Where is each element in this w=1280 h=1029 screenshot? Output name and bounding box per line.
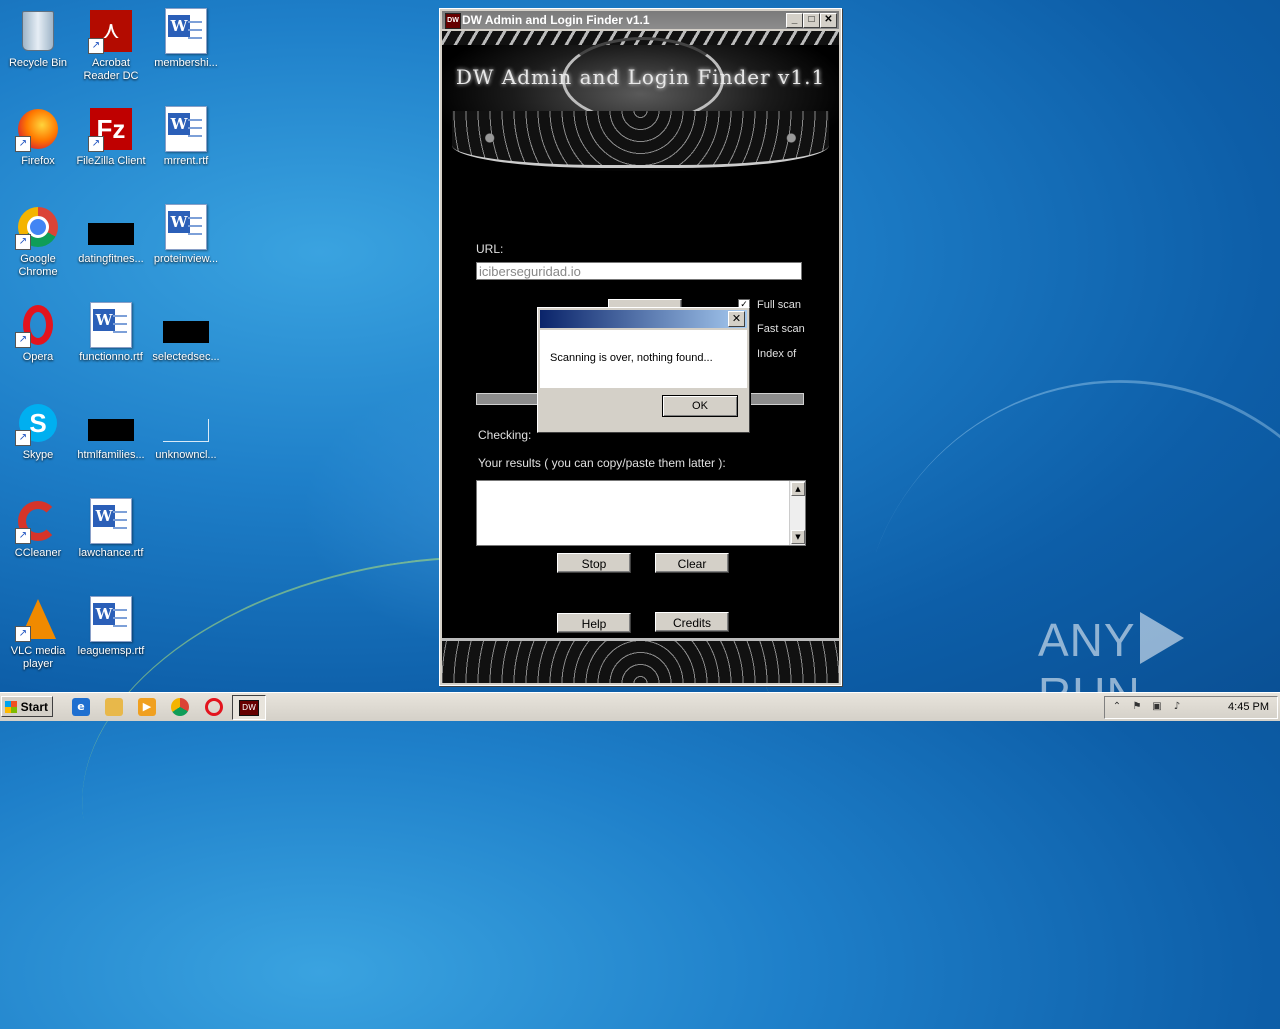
- word-document-icon: W: [163, 204, 209, 250]
- shortcut-arrow-icon: ↗: [15, 136, 31, 152]
- chrome-taskbar-icon[interactable]: [171, 698, 189, 716]
- desktop-icon-htmlfamilies[interactable]: htmlfamilies...: [73, 400, 149, 462]
- desktop-icon-leaguemsp[interactable]: W leaguemsp.rtf: [73, 596, 149, 658]
- desktop-icon-firefox[interactable]: ↗ Firefox: [0, 106, 76, 168]
- scroll-up-arrow-icon[interactable]: ▲: [791, 482, 805, 496]
- black-file-thumbnail-icon: [88, 204, 134, 250]
- media-player-icon[interactable]: ▶: [138, 698, 156, 716]
- url-label: URL:: [476, 242, 504, 256]
- full-scan-label: Full scan: [757, 299, 802, 311]
- message-dialog: ✕ Scanning is over, nothing found... OK: [537, 307, 750, 433]
- desktop-icon-ccleaner[interactable]: ↗ CCleaner: [0, 498, 76, 560]
- app-title: DW Admin and Login Finder v1.1: [455, 65, 826, 89]
- word-document-icon: W: [88, 498, 134, 544]
- shortcut-arrow-icon: ↗: [15, 626, 31, 642]
- desktop-icon-lawchance[interactable]: W lawchance.rtf: [73, 498, 149, 560]
- shortcut-arrow-icon: ↗: [15, 430, 31, 446]
- show-hidden-icons-icon[interactable]: ⌃: [1111, 701, 1123, 713]
- desktop-icon-vlc[interactable]: ↗ VLC media player: [0, 596, 76, 671]
- shortcut-arrow-icon: ↗: [88, 136, 104, 152]
- watermark-left-text: ANY: [1038, 614, 1136, 666]
- play-icon: [1139, 612, 1184, 664]
- desktop-icon-proteinview[interactable]: W proteinview...: [148, 204, 224, 266]
- word-document-icon: W: [163, 106, 209, 152]
- close-button[interactable]: ✕: [820, 13, 837, 28]
- maximize-button[interactable]: □: [803, 13, 820, 28]
- firefox-icon: ↗: [15, 106, 61, 152]
- skype-icon: S ↗: [15, 400, 61, 446]
- filigree-ornament: [452, 111, 829, 168]
- dialog-titlebar[interactable]: ✕: [540, 310, 747, 328]
- clear-button[interactable]: Clear: [655, 553, 729, 573]
- desktop-icon-unknowncl[interactable]: unknowncl...: [148, 400, 224, 462]
- dialog-close-button[interactable]: ✕: [728, 311, 745, 327]
- desktop-icon-membershi[interactable]: W membershi...: [148, 8, 224, 70]
- dialog-message: Scanning is over, nothing found...: [550, 352, 713, 364]
- system-tray: ⌃ ⚑ ▣ ♪ 4:45 PM: [1104, 696, 1278, 719]
- desktop-icon-functionno[interactable]: W functionno.rtf: [73, 302, 149, 364]
- desktop-icon-datingfitnes[interactable]: datingfitnes...: [73, 204, 149, 266]
- acrobat-icon: ⋏ ↗: [88, 8, 134, 54]
- word-document-icon: W: [88, 302, 134, 348]
- help-button[interactable]: Help: [557, 613, 631, 633]
- scroll-down-arrow-icon[interactable]: ▼: [791, 530, 805, 544]
- blank-file-thumbnail-icon: [163, 400, 209, 446]
- black-file-thumbnail-icon: [88, 400, 134, 446]
- internet-explorer-icon[interactable]: e: [72, 698, 90, 716]
- results-textarea[interactable]: ▲ ▼: [476, 480, 806, 546]
- ccleaner-icon: ↗: [15, 498, 61, 544]
- desktop-icon-skype[interactable]: S ↗ Skype: [0, 400, 76, 462]
- taskbar: Start e ▶ DW ⌃ ⚑ ▣ ♪ 4:45 PM: [0, 692, 1280, 721]
- app-icon: DW: [445, 13, 461, 29]
- taskbar-app-dw[interactable]: DW: [232, 695, 266, 720]
- vlc-cone-icon: ↗: [15, 596, 61, 642]
- network-icon[interactable]: ▣: [1151, 701, 1163, 713]
- opera-taskbar-icon[interactable]: [205, 698, 223, 716]
- shortcut-arrow-icon: ↗: [15, 528, 31, 544]
- stop-button[interactable]: Stop: [557, 553, 631, 573]
- minimize-button[interactable]: _: [786, 13, 803, 28]
- fast-scan-label: Fast scan: [757, 323, 805, 335]
- dialog-body: Scanning is over, nothing found...: [540, 330, 747, 388]
- word-document-icon: W: [163, 8, 209, 54]
- index-of-label: Index of: [757, 348, 797, 360]
- app-header-banner: DW Admin and Login Finder v1.1: [442, 31, 839, 171]
- chrome-icon: ↗: [15, 204, 61, 250]
- file-explorer-icon[interactable]: [105, 698, 123, 716]
- dialog-ok-button[interactable]: OK: [662, 395, 738, 417]
- desktop-icon-acrobat-reader[interactable]: ⋏ ↗ Acrobat Reader DC: [73, 8, 149, 83]
- desktop-icon-google-chrome[interactable]: ↗ Google Chrome: [0, 204, 76, 279]
- credits-button[interactable]: Credits: [655, 612, 729, 632]
- volume-icon[interactable]: ♪: [1171, 701, 1183, 713]
- word-document-icon: W: [88, 596, 134, 642]
- desktop-icon-opera[interactable]: ↗ Opera: [0, 302, 76, 364]
- results-scrollbar[interactable]: ▲ ▼: [789, 481, 805, 545]
- shortcut-arrow-icon: ↗: [88, 38, 104, 54]
- flag-icon[interactable]: ⚑: [1131, 701, 1143, 713]
- clock[interactable]: 4:45 PM: [1228, 697, 1269, 718]
- url-input[interactable]: iciberseguridad.io: [476, 262, 802, 280]
- recycle-bin-icon: [15, 8, 61, 54]
- shortcut-arrow-icon: ↗: [15, 234, 31, 250]
- start-label: Start: [20, 700, 48, 714]
- window-title: DW Admin and Login Finder v1.1: [462, 13, 650, 27]
- dw-app-icon: DW: [239, 700, 259, 716]
- start-button[interactable]: Start: [1, 696, 53, 717]
- checking-label: Checking:: [478, 428, 532, 442]
- windows-flag-icon: [5, 701, 17, 713]
- desktop-icon-mrrent[interactable]: W mrrent.rtf: [148, 106, 224, 168]
- black-file-thumbnail-icon: [163, 302, 209, 348]
- desktop-icon-filezilla[interactable]: Fz ↗ FileZilla Client: [73, 106, 149, 168]
- filezilla-icon: Fz ↗: [88, 106, 134, 152]
- window-titlebar[interactable]: DW DW Admin and Login Finder v1.1 _ □ ✕: [442, 11, 839, 29]
- shortcut-arrow-icon: ↗: [15, 332, 31, 348]
- desktop-icon-selectedsec[interactable]: selectedsec...: [148, 302, 224, 364]
- opera-icon: ↗: [15, 302, 61, 348]
- footer-ornament: [442, 638, 839, 683]
- desktop-icon-recycle-bin[interactable]: Recycle Bin: [0, 8, 76, 70]
- results-label: Your results ( you can copy/paste them l…: [478, 456, 726, 470]
